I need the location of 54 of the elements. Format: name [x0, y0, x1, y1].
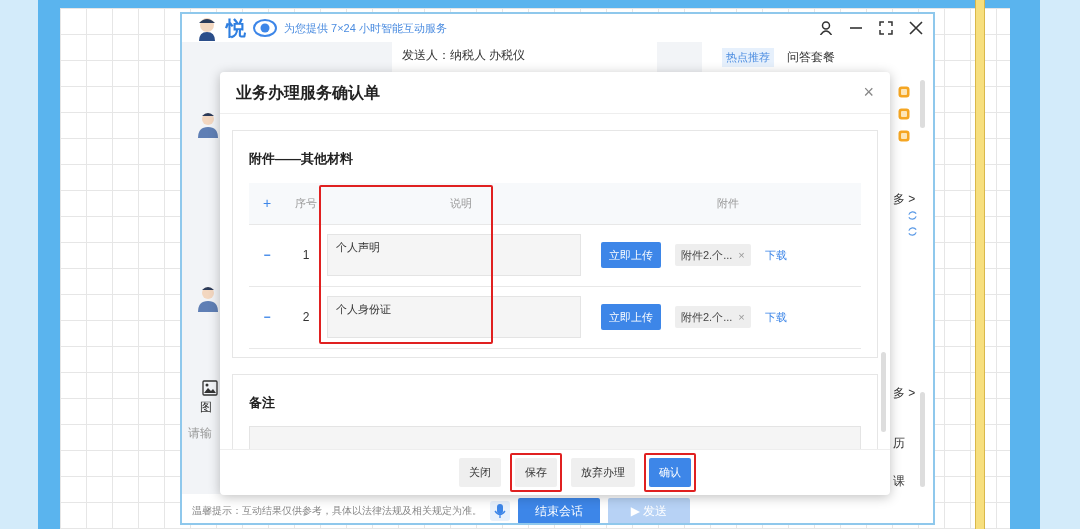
- remove-file-button[interactable]: ×: [738, 308, 745, 326]
- dialog-button[interactable]: 关闭: [459, 458, 501, 487]
- add-row-button[interactable]: +: [249, 182, 285, 225]
- download-link[interactable]: 下载: [764, 246, 787, 264]
- close-button[interactable]: ×: [863, 79, 874, 106]
- avatar-icon: [196, 110, 220, 138]
- scrollbar[interactable]: [920, 80, 925, 128]
- section-title: 附件——其他材料: [249, 150, 354, 168]
- dialog-button[interactable]: 保存: [515, 458, 557, 487]
- row-number: 2: [302, 309, 310, 326]
- upload-button[interactable]: 立即上传: [601, 303, 661, 331]
- file-name: 附件2.个...: [681, 309, 733, 325]
- confirm-button[interactable]: 确认: [649, 458, 691, 487]
- message-text: 发送人：纳税人 办税仪: [402, 47, 527, 64]
- scrollbar[interactable]: [881, 352, 886, 432]
- more-link[interactable]: 多 >: [893, 190, 916, 208]
- dialog-title: 业务办理服务确认单: [236, 82, 380, 103]
- tip-text: 温馨提示：互动结果仅供参考，具体以法律法规及相关规定为准。: [192, 504, 482, 518]
- image-label[interactable]: 图: [200, 398, 212, 416]
- recommend-label[interactable]: 问答套餐: [787, 48, 835, 66]
- scrollbar[interactable]: [920, 392, 925, 487]
- hot-icon: [898, 130, 910, 142]
- user-icon[interactable]: [819, 21, 833, 35]
- upload-button[interactable]: 立即上传: [601, 241, 661, 269]
- row-number: 1: [302, 247, 310, 264]
- brand-logo: 悦: [226, 16, 246, 41]
- remove-row-button[interactable]: −: [263, 246, 271, 264]
- description-field[interactable]: 个人身份证: [327, 296, 581, 338]
- column-header: 附件: [595, 182, 861, 225]
- description-field[interactable]: 个人声明: [327, 234, 581, 276]
- section-title: 备注: [249, 393, 276, 412]
- fullscreen-icon[interactable]: [879, 21, 893, 35]
- hot-icon: [898, 86, 910, 98]
- recommend-tab[interactable]: 热点推荐: [722, 48, 774, 67]
- microphone-icon[interactable]: [490, 500, 510, 521]
- refresh-icon[interactable]: [907, 210, 918, 221]
- column-header: 说明: [327, 182, 595, 225]
- end-session-button[interactable]: 结束会话: [518, 497, 600, 523]
- refresh-icon[interactable]: [907, 226, 918, 237]
- hot-icon: [898, 108, 910, 120]
- dialog-button[interactable]: 放弃办理: [571, 458, 635, 487]
- close-icon[interactable]: [909, 21, 923, 35]
- column-header: 序号: [285, 182, 327, 225]
- more-link[interactable]: 多 >: [893, 384, 916, 402]
- remove-file-button[interactable]: ×: [738, 246, 745, 264]
- file-name: 附件2.个...: [681, 247, 733, 263]
- input-field[interactable]: 请输: [188, 424, 212, 442]
- download-link[interactable]: 下载: [764, 308, 787, 326]
- side-text: 历: [893, 435, 905, 452]
- avatar-icon: [196, 284, 220, 312]
- side-text: 课: [893, 473, 905, 490]
- image-icon[interactable]: [202, 380, 218, 396]
- remove-row-button[interactable]: −: [263, 308, 271, 326]
- tagline: 为您提供 7×24 小时智能互动服务: [284, 20, 447, 36]
